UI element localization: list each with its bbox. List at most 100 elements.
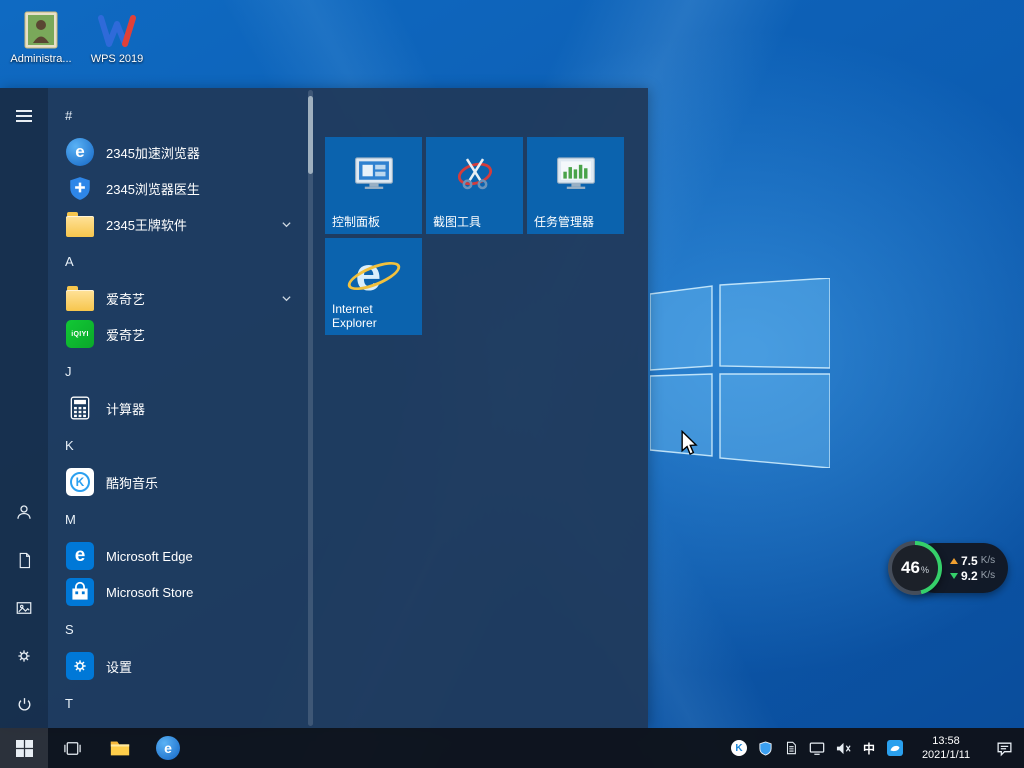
download-arrow-icon (950, 573, 958, 579)
edge-icon (64, 540, 96, 572)
app-item-label: 2345王牌软件 (106, 215, 187, 234)
browser-2345-taskbar-button[interactable] (144, 728, 192, 768)
section-header-label: # (65, 108, 72, 123)
tile-area: 控制面板 截图工具 任务管理器 (325, 137, 627, 335)
messenger-icon (887, 740, 903, 756)
net-speed-widget[interactable]: 7.5 K/s 9.2 K/s 46 % (888, 543, 1008, 593)
app-section-header-s[interactable]: S (48, 610, 306, 648)
app-item-2345-browser-doctor[interactable]: 2345浏览器医生 (48, 170, 306, 206)
iqiyi-icon (64, 318, 96, 350)
internet-explorer-icon: e (350, 252, 398, 300)
tile-label: 控制面板 (332, 215, 417, 229)
tile-control-panel[interactable]: 控制面板 (325, 137, 422, 234)
upload-arrow-icon (950, 558, 958, 564)
file-explorer-button[interactable] (96, 728, 144, 768)
hamburger-icon (16, 107, 32, 125)
tray-messenger-icon[interactable] (882, 728, 908, 768)
expand-menu-button[interactable] (0, 92, 48, 140)
app-section-header-k[interactable]: K (48, 426, 306, 464)
app-section-header-a[interactable]: A (48, 242, 306, 280)
app-item-2345-browser[interactable]: 2345加速浏览器 (48, 134, 306, 170)
network-monitor-icon (809, 741, 825, 756)
app-item-label: Microsoft Edge (106, 549, 193, 564)
taskbar-clock[interactable]: 13:58 2021/1/11 (908, 728, 984, 768)
clock-time: 13:58 (932, 734, 960, 748)
app-item-iqiyi-folder[interactable]: 爱奇艺 (48, 280, 306, 316)
gear-icon (15, 647, 33, 665)
windows-wallpaper-logo (650, 278, 830, 468)
taskbar: 中 13:58 2021/1/11 (0, 728, 1024, 768)
app-item-kugou-music[interactable]: 酷狗音乐 (48, 464, 306, 500)
shield-icon (758, 741, 773, 756)
task-view-button[interactable] (48, 728, 96, 768)
section-header-label: K (65, 438, 74, 453)
app-item-label: 爱奇艺 (106, 289, 145, 308)
calculator-icon (64, 392, 96, 424)
kugou-icon (64, 466, 96, 498)
start-button[interactable] (0, 728, 48, 768)
download-speed-unit: K/s (981, 570, 995, 582)
app-list: # 2345加速浏览器 2345浏览器医生 2345王牌软件 A 爱奇艺 (48, 88, 306, 728)
upload-speed: 7.5 (961, 555, 978, 567)
tray-document-icon[interactable] (778, 728, 804, 768)
upload-speed-unit: K/s (981, 555, 995, 567)
app-item-microsoft-store[interactable]: Microsoft Store (48, 574, 306, 610)
app-item-2345-software-folder[interactable]: 2345王牌软件 (48, 206, 306, 242)
control-panel-icon (351, 151, 397, 202)
scrollbar-thumb[interactable] (308, 96, 313, 174)
store-icon (64, 576, 96, 608)
pictures-button[interactable] (0, 584, 48, 632)
section-header-label: S (65, 622, 74, 637)
app-section-header-t[interactable]: T (48, 684, 306, 722)
app-item-microsoft-edge[interactable]: Microsoft Edge (48, 538, 306, 574)
user-account-button[interactable] (0, 488, 48, 536)
action-center-button[interactable] (984, 728, 1024, 768)
memory-usage-gauge[interactable]: 46 % (888, 541, 942, 595)
download-speed: 9.2 (961, 570, 978, 582)
app-item-settings[interactable]: 设置 (48, 648, 306, 684)
desktop-icon-label: WPS 2019 (84, 53, 150, 65)
section-header-label: J (65, 364, 72, 379)
app-section-header-j[interactable]: J (48, 352, 306, 390)
shield-icon (64, 172, 96, 204)
ime-label: 中 (863, 740, 875, 757)
power-button[interactable] (0, 680, 48, 728)
task-view-icon (63, 739, 82, 758)
desktop-icon-administrator[interactable]: Administra... (8, 10, 74, 65)
tray-network-icon[interactable] (804, 728, 830, 768)
app-item-label: 设置 (106, 657, 132, 676)
browser-2345-icon (64, 136, 96, 168)
folder-icon (64, 208, 96, 240)
file-explorer-icon (109, 737, 131, 759)
desktop: Administra... WPS 2019 7.5 K/s 9.2 K/s (0, 0, 1024, 768)
tile-internet-explorer[interactable]: e Internet Explorer (325, 238, 422, 335)
tile-task-manager[interactable]: 任务管理器 (527, 137, 624, 234)
folder-icon (64, 282, 96, 314)
desktop-icon-label: Administra... (8, 53, 74, 65)
app-list-scrollbar[interactable] (308, 90, 313, 726)
power-icon (16, 696, 33, 713)
app-item-calculator[interactable]: 计算器 (48, 390, 306, 426)
snipping-tool-icon (452, 151, 498, 202)
tile-snipping-tool[interactable]: 截图工具 (426, 137, 523, 234)
app-section-header-m[interactable]: M (48, 500, 306, 538)
chevron-down-icon[interactable] (281, 292, 292, 307)
tray-volume-icon[interactable] (830, 728, 856, 768)
app-item-iqiyi[interactable]: 爱奇艺 (48, 316, 306, 352)
chevron-down-icon[interactable] (281, 218, 292, 233)
tray-kugou-icon[interactable] (726, 728, 752, 768)
tray-security-shield-icon[interactable] (752, 728, 778, 768)
app-item-label: 爱奇艺 (106, 325, 145, 344)
app-section-header-hash[interactable]: # (48, 96, 306, 134)
settings-button[interactable] (0, 632, 48, 680)
app-item-label: 酷狗音乐 (106, 473, 158, 492)
tile-label: 任务管理器 (534, 215, 619, 229)
documents-button[interactable] (0, 536, 48, 584)
browser-2345-icon (156, 736, 180, 760)
ime-indicator[interactable]: 中 (856, 728, 882, 768)
task-manager-icon (553, 151, 599, 202)
section-header-label: A (65, 254, 74, 269)
memory-percent: 46 (901, 558, 920, 578)
desktop-icon-wps-2019[interactable]: WPS 2019 (84, 10, 150, 65)
action-center-icon (996, 740, 1013, 757)
